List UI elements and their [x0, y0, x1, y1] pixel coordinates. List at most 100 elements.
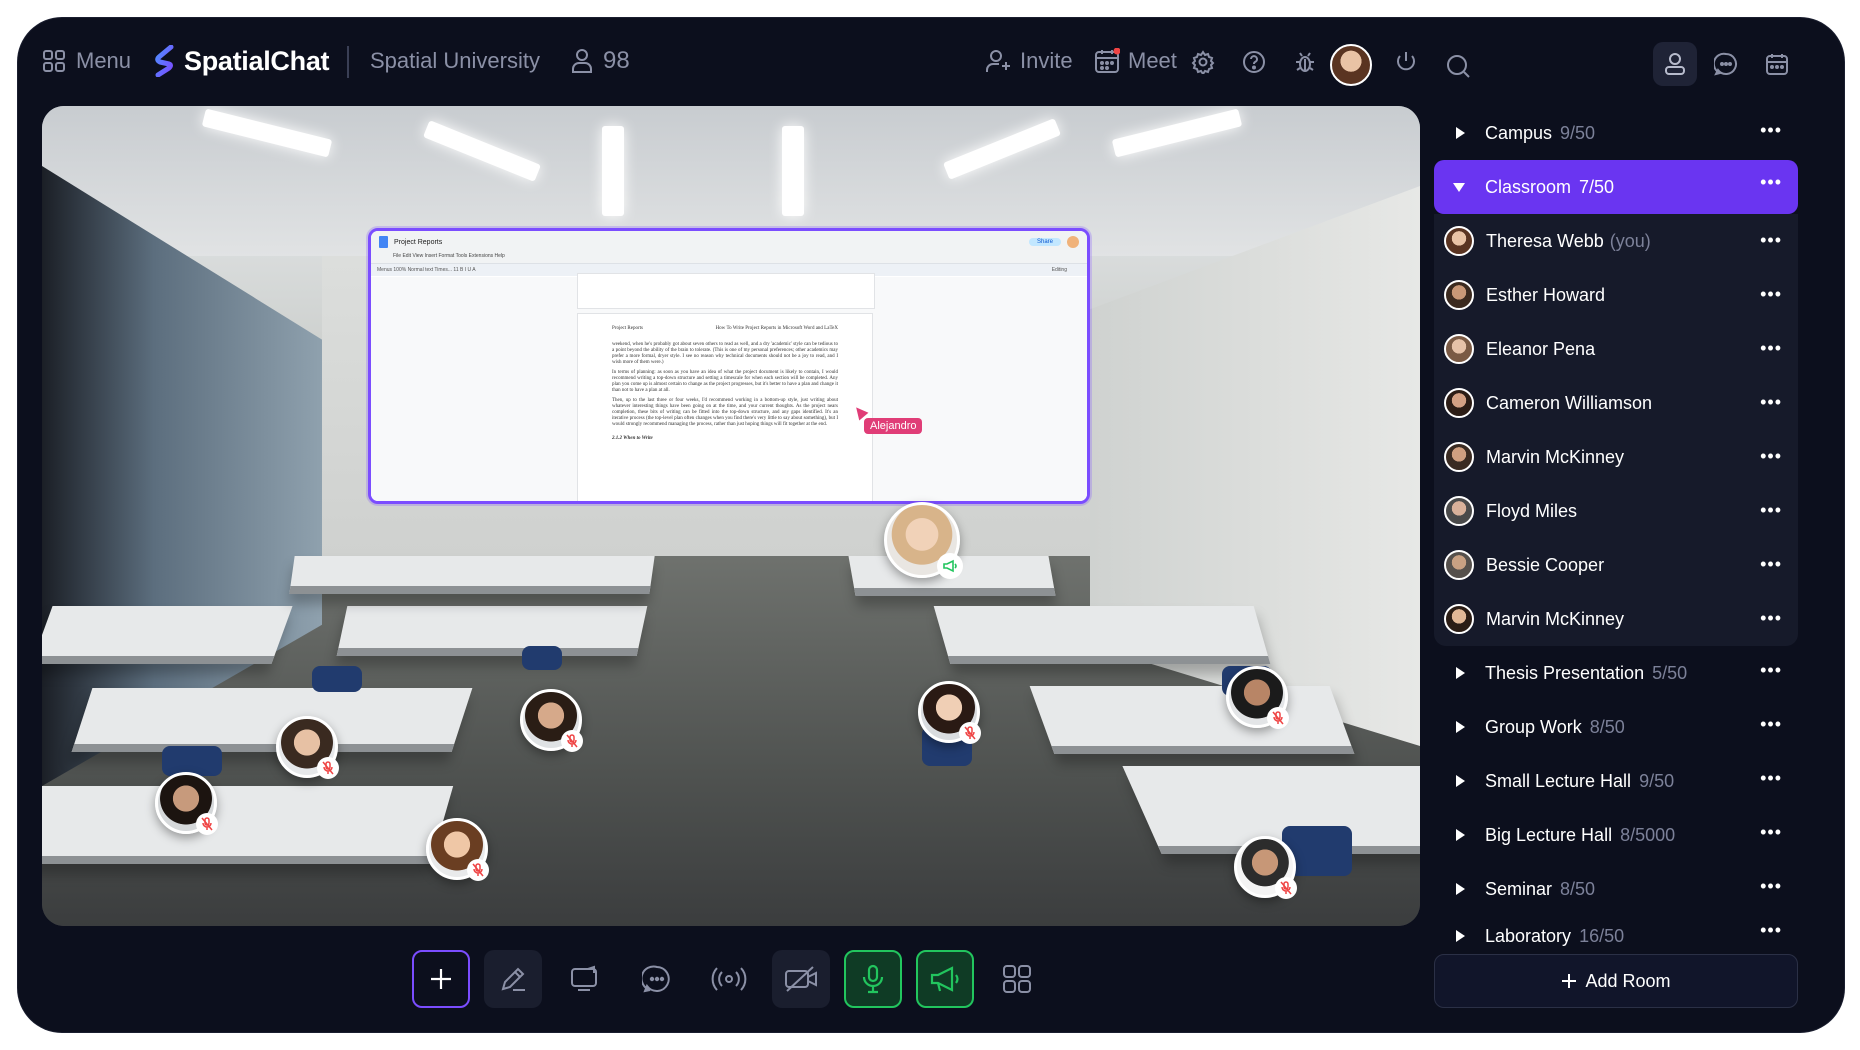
my-avatar[interactable] [1330, 44, 1372, 86]
member-row[interactable]: Theresa Webb (you) ••• [1434, 214, 1798, 268]
member-you-label: (you) [1609, 230, 1651, 251]
organization-name[interactable]: Spatial University [370, 18, 540, 104]
participant-avatar[interactable] [155, 772, 218, 835]
menu-label: Menu [76, 48, 132, 73]
member-row[interactable]: Cameron Williamson ••• [1434, 376, 1798, 430]
member-more-button[interactable]: ••• [1760, 392, 1782, 413]
doc-share-button[interactable]: Share [1028, 238, 1061, 246]
avatar [1444, 604, 1474, 634]
room-more-button[interactable]: ••• [1760, 768, 1782, 789]
member-name: Theresa Webb [1486, 230, 1604, 251]
settings-button[interactable] [1183, 42, 1223, 82]
room-capacity: 7/50 [1579, 176, 1615, 197]
room-more-button[interactable]: ••• [1760, 660, 1782, 681]
draw-button[interactable] [484, 950, 542, 1008]
apps-button[interactable] [988, 950, 1046, 1008]
doc-title: Project Reports [394, 238, 443, 246]
room-campus[interactable]: Campus 9/50 ••• [1434, 108, 1798, 158]
search-button[interactable] [1438, 46, 1478, 86]
room-more-button[interactable]: ••• [1760, 714, 1782, 735]
doc-paragraph: Then, up to the last three or four weeks… [612, 398, 838, 427]
room-name: Classroom [1485, 176, 1572, 197]
room-more-button[interactable]: ••• [1760, 876, 1782, 897]
room-thesis-presentation[interactable]: Thesis Presentation 5/50 ••• [1434, 648, 1798, 698]
member-name: Floyd Miles [1486, 500, 1578, 521]
participant-avatar[interactable] [426, 818, 489, 881]
chat-button[interactable] [628, 950, 686, 1008]
chat-panel-button[interactable] [1704, 42, 1748, 86]
room-big-lecture-hall[interactable]: Big Lecture Hall 8/5000 ••• [1434, 810, 1798, 860]
room-name: Seminar [1485, 878, 1553, 899]
doc-page-header-left: Project Reports [612, 326, 643, 331]
member-more-button[interactable]: ••• [1760, 338, 1782, 359]
microphone-toggle-button[interactable] [844, 950, 902, 1008]
bug-report-button[interactable] [1285, 42, 1325, 82]
room-classroom[interactable]: Classroom 7/50 ••• [1434, 160, 1798, 214]
app-window: Menu SpatialChat Spatial University 98 I… [18, 18, 1844, 1032]
avatar [1444, 442, 1474, 472]
room-laboratory[interactable]: Laboratory 16/50 ••• [1434, 918, 1798, 954]
help-button[interactable] [1234, 42, 1274, 82]
grid-icon [43, 50, 65, 72]
leave-button[interactable] [1386, 42, 1426, 82]
calendar-panel-button[interactable] [1755, 42, 1799, 86]
member-more-button[interactable]: ••• [1760, 230, 1782, 251]
invite-button[interactable]: Invite [986, 18, 1073, 104]
doc-paragraph: weekend, when he's probably got about se… [612, 342, 838, 365]
member-row[interactable]: Marvin McKinney ••• [1434, 430, 1798, 484]
plus-icon [431, 969, 451, 989]
member-row[interactable]: Esther Howard ••• [1434, 268, 1798, 322]
room-more-button[interactable]: ••• [1760, 822, 1782, 843]
member-more-button[interactable]: ••• [1760, 284, 1782, 305]
expand-arrow-icon [1456, 667, 1465, 679]
participant-avatar[interactable] [520, 689, 583, 752]
participant-avatar[interactable] [1234, 836, 1297, 899]
broadcast-button[interactable] [700, 950, 758, 1008]
screen-share-button[interactable] [556, 950, 614, 1008]
shared-screen-document[interactable]: Project Reports Share File Edit View Ins… [368, 228, 1090, 504]
member-row[interactable]: Eleanor Pena ••• [1434, 322, 1798, 376]
participant-avatar[interactable] [918, 681, 981, 744]
participant-avatar-speaking[interactable] [884, 502, 963, 579]
room-more-button[interactable]: ••• [1760, 172, 1782, 193]
meet-button[interactable]: Meet [1094, 18, 1177, 104]
room-group-work[interactable]: Group Work 8/50 ••• [1434, 702, 1798, 752]
room-more-button[interactable]: ••• [1760, 120, 1782, 141]
classroom-stage[interactable]: Project Reports Share File Edit View Ins… [42, 106, 1420, 926]
speaking-indicator [937, 553, 963, 579]
member-row[interactable]: Marvin McKinney ••• [1434, 592, 1798, 646]
spatialchat-logo-icon [155, 45, 174, 77]
camera-toggle-button[interactable] [772, 950, 830, 1008]
menu-button[interactable]: Menu [42, 18, 131, 104]
mic-off-icon [322, 761, 334, 775]
member-more-button[interactable]: ••• [1760, 554, 1782, 575]
member-row[interactable]: Bessie Cooper ••• [1434, 538, 1798, 592]
participant-avatar[interactable] [1226, 666, 1289, 729]
add-object-button[interactable] [412, 950, 470, 1008]
invite-label: Invite [1020, 48, 1073, 73]
doc-titlebar: Project Reports Share [371, 231, 1087, 253]
room-more-button[interactable]: ••• [1760, 920, 1782, 941]
member-more-button[interactable]: ••• [1760, 500, 1782, 521]
member-more-button[interactable]: ••• [1760, 446, 1782, 467]
megaphone-button[interactable] [916, 950, 974, 1008]
member-row[interactable]: Floyd Miles ••• [1434, 484, 1798, 538]
participant-count[interactable]: 98 [571, 18, 630, 104]
room-small-lecture-hall[interactable]: Small Lecture Hall 9/50 ••• [1434, 756, 1798, 806]
meet-label: Meet [1128, 48, 1177, 73]
room-capacity: 5/50 [1652, 662, 1688, 683]
mic-off-icon [201, 817, 213, 831]
member-more-button[interactable]: ••• [1760, 608, 1782, 629]
muted-indicator [959, 722, 981, 744]
add-room-button[interactable]: Add Room [1434, 954, 1798, 1008]
participants-panel-button[interactable] [1653, 42, 1697, 86]
room-capacity: 8/5000 [1620, 824, 1676, 845]
expand-arrow-icon [1456, 775, 1465, 787]
participant-avatar[interactable] [276, 716, 339, 779]
room-capacity: 8/50 [1589, 716, 1625, 737]
docs-icon [379, 236, 388, 248]
brand-name: SpatialChat [184, 45, 330, 76]
room-capacity: 16/50 [1579, 926, 1625, 946]
room-seminar[interactable]: Seminar 8/50 ••• [1434, 864, 1798, 914]
apps-grid-icon [1003, 965, 1031, 993]
